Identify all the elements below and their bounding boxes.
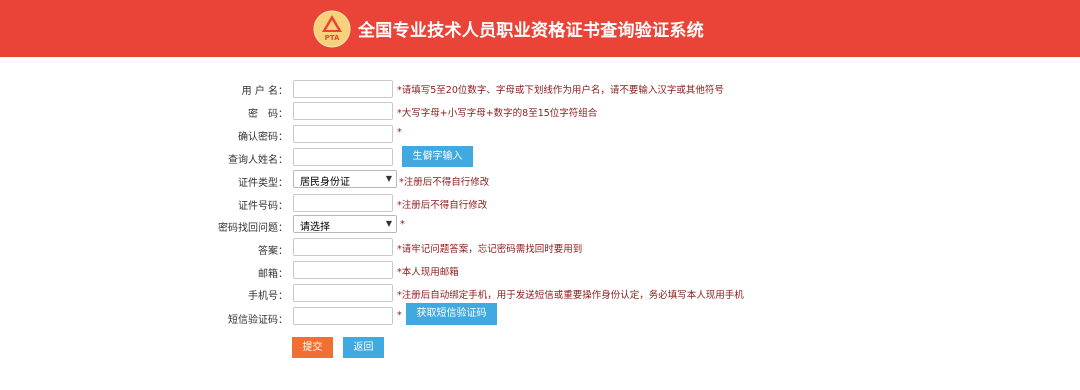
password-input[interactable] [293,102,393,120]
username-hint: *请填写5至20位数字、字母或下划线作为用户名，请不要输入汉字或其他符号 [397,85,724,96]
confirm-password-label: 确认密码： [238,132,288,143]
back-button[interactable]: 返回 [343,337,384,358]
cert-type-label: 证件类型： [238,178,288,189]
security-question-hint: * [400,219,405,230]
security-question-label: 密码找回问题： [218,223,288,234]
confirm-password-hint: * [397,127,402,138]
query-name-label: 查询人姓名： [228,155,288,166]
username-label: 用 户 名： [241,86,288,97]
rare-char-input-button[interactable]: 生僻字输入 [402,146,473,167]
answer-input[interactable] [293,238,393,256]
sms-code-input[interactable] [293,307,393,325]
confirm-password-input[interactable] [293,125,393,143]
cert-number-input[interactable] [293,194,393,212]
security-question-select[interactable]: 请选择 ▼ [293,215,397,233]
query-name-input[interactable] [293,148,393,166]
logo-text: PTA [325,34,340,42]
pta-logo-icon: PTA [313,10,351,48]
email-input[interactable] [293,261,393,279]
cert-type-hint: *注册后不得自行修改 [399,177,490,188]
submit-button[interactable]: 提交 [292,337,333,358]
chevron-down-icon: ▼ [385,219,392,228]
cert-type-selected: 居民身份证 [300,177,350,188]
phone-input[interactable] [293,284,393,302]
get-sms-code-button[interactable]: 获取短信验证码 [406,303,497,325]
sms-code-label: 短信验证码： [228,315,288,326]
cert-number-hint: *注册后不得自行修改 [397,200,488,211]
email-label: 邮箱： [258,269,288,280]
phone-hint: *注册后自动绑定手机，用于发送短信或重要操作身份认定，务必填写本人现用手机 [397,290,744,301]
username-input[interactable] [293,80,393,98]
header-bar: PTA 全国专业技术人员职业资格证书查询验证系统 [0,0,1080,57]
password-label: 密 码： [248,109,288,120]
sms-code-hint: * [397,310,402,321]
cert-number-label: 证件号码： [238,201,288,212]
email-hint: *本人现用邮箱 [397,267,459,278]
answer-hint: *请牢记问题答案，忘记密码需找回时要用到 [397,244,583,255]
site-title: 全国专业技术人员职业资格证书查询验证系统 [358,21,704,41]
phone-label: 手机号： [248,291,288,302]
security-question-selected: 请选择 [300,222,330,233]
cert-type-select[interactable]: 居民身份证 ▼ [293,170,397,188]
password-hint: *大写字母+小写字母+数字的8至15位字符组合 [397,108,598,119]
answer-label: 答案： [258,246,288,257]
chevron-down-icon: ▼ [385,174,392,183]
